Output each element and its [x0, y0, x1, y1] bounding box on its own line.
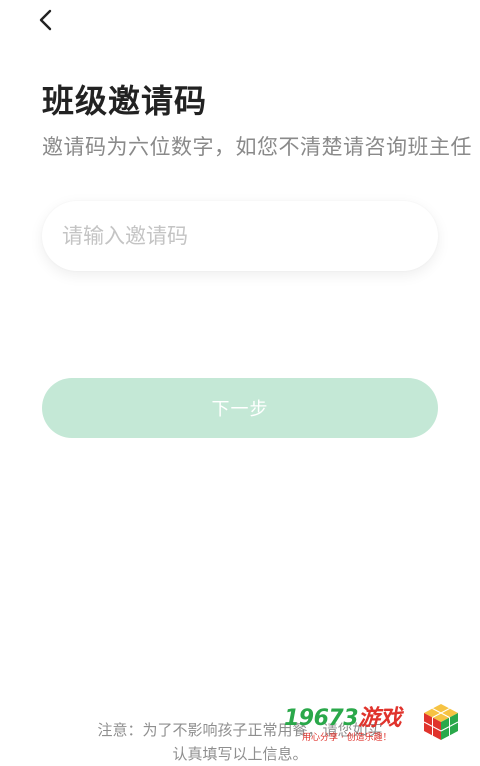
- watermark-logo-text: 19673游戏: [284, 700, 402, 732]
- page-title: 班级邀请码: [42, 82, 208, 120]
- watermark-brand: 游戏: [358, 706, 402, 731]
- cube-logo-icon: [423, 704, 459, 740]
- back-button[interactable]: [30, 4, 62, 36]
- invite-code-input[interactable]: [62, 201, 422, 271]
- site-watermark: 19673游戏 用心分享 · 创造乐趣！: [284, 700, 464, 748]
- next-step-button[interactable]: 下一步: [42, 378, 438, 438]
- chevron-left-icon: [39, 9, 52, 31]
- page-subtitle: 邀请码为六位数字，如您不清楚请咨询班主任: [42, 135, 472, 159]
- watermark-slogan: 用心分享 · 创造乐趣！: [302, 733, 392, 743]
- watermark-number: 19673: [284, 706, 359, 731]
- invite-code-field-container: [42, 201, 438, 271]
